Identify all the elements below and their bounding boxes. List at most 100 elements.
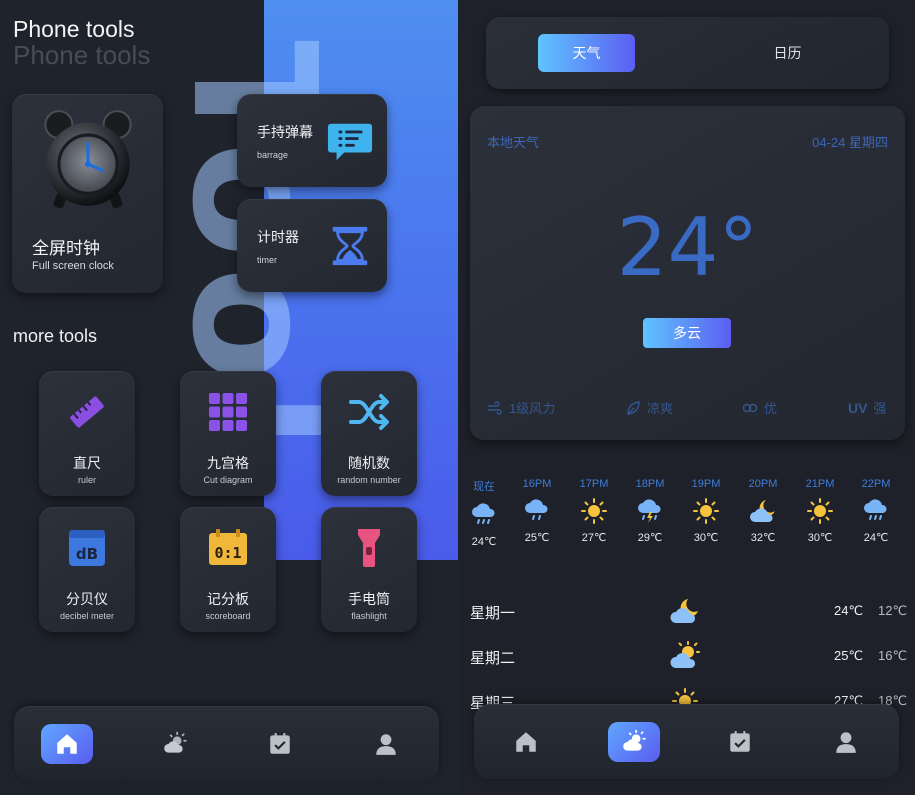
shuffle-icon — [349, 394, 389, 430]
bottom-nav — [14, 706, 439, 781]
timer-subtitle: timer — [257, 255, 277, 265]
hour-time: 18PM — [635, 478, 665, 490]
rain-icon — [472, 503, 495, 524]
hourly-item: 22PM 24℃ — [852, 478, 900, 544]
app-title: Phone tools — [13, 16, 135, 42]
flashlight-tool-card[interactable]: 手电筒 flashlight — [321, 507, 417, 632]
alarm-clock-icon — [44, 110, 132, 209]
tool-sublabel: decibel meter — [59, 611, 115, 621]
day-name: 星期一 — [470, 605, 516, 622]
hour-time: 16PM — [522, 478, 552, 490]
hourly-item: 20PM 32℃ — [739, 478, 787, 544]
tool-label: 记分板 — [207, 591, 249, 607]
random-tool-card[interactable]: 随机数 random number — [321, 371, 417, 496]
weather-screen: 天气 日历 本地天气 04-24 星期四 24° 多云 1级风力 凉爽 优 UV — [458, 0, 915, 795]
home-icon — [57, 734, 77, 754]
hour-temp: 30℃ — [807, 532, 833, 544]
condition-badge: 多云 — [643, 318, 731, 348]
tool-sublabel: ruler — [77, 475, 96, 485]
air-value: 优 — [764, 401, 778, 416]
wind-value: 1级风力 — [509, 401, 556, 416]
day-name: 星期二 — [470, 650, 516, 667]
nav-weather[interactable] — [608, 722, 660, 762]
hourly-item: 21PM 30℃ — [796, 478, 844, 544]
thunder-rain-icon — [638, 499, 661, 523]
uv-label: UV — [848, 399, 868, 416]
date-label: 04-24 星期四 — [812, 135, 888, 150]
feel-value: 凉爽 — [647, 401, 674, 416]
hourly-item: 18PM 29℃ — [626, 478, 674, 544]
nav-home[interactable] — [41, 724, 93, 764]
hour-time: 21PM — [805, 478, 835, 490]
tool-label: 分贝仪 — [66, 591, 108, 607]
sun-icon — [581, 498, 607, 524]
ruler-tool-card[interactable]: 直尺 ruler — [39, 371, 135, 496]
wind-stat: 1级风力 — [487, 398, 555, 417]
nav-profile[interactable] — [820, 722, 872, 762]
full-screen-clock-card[interactable]: 全屏时钟 Full screen clock — [12, 94, 163, 293]
more-tools-heading: more tools — [13, 326, 98, 346]
daily-row: 星期二 25℃ 16℃ — [458, 637, 915, 677]
sun-icon — [807, 498, 833, 524]
hourglass-icon — [332, 226, 368, 266]
tab-calendar[interactable]: 日历 — [739, 34, 836, 72]
location-label: 本地天气 — [487, 135, 540, 150]
decibel-tool-card[interactable]: dB 分贝仪 decibel meter — [39, 507, 135, 632]
rain-icon — [864, 499, 887, 520]
sun-icon — [693, 498, 719, 524]
ruler-icon — [70, 396, 104, 428]
hour-temp: 24℃ — [471, 536, 497, 548]
hour-temp: 29℃ — [637, 532, 663, 544]
tool-sublabel: random number — [337, 475, 401, 485]
timer-card[interactable]: 计时器 timer — [237, 199, 387, 292]
scoreboard-display: 0:1 — [214, 544, 241, 562]
tools-screen: Tool Phone tools Phone tools — [0, 0, 458, 795]
hourly-forecast: 现在 24℃ 16PM 25℃ 17PM 27℃ 18PM 29℃ 19PM 3… — [458, 478, 915, 568]
view-switcher: 天气 日历 — [486, 17, 889, 89]
day-high: 24℃ — [834, 603, 864, 618]
scoreboard-tool-card[interactable]: 0:1 记分板 scoreboard — [180, 507, 276, 632]
grid-tool-card[interactable]: 九宫格 Cut diagram — [180, 371, 276, 496]
timer-title: 计时器 — [257, 229, 299, 245]
clock-title: 全屏时钟 — [32, 239, 100, 258]
weather-icon — [164, 731, 187, 753]
tool-label: 九宫格 — [207, 455, 249, 471]
home-icon — [516, 732, 536, 752]
rain-icon — [525, 499, 548, 520]
bottom-nav — [474, 704, 899, 779]
nav-profile[interactable] — [360, 724, 412, 764]
tab-weather[interactable]: 天气 — [538, 34, 635, 72]
scoreboard-icon: 0:1 — [209, 529, 247, 565]
uv-value: 强 — [873, 401, 887, 416]
barrage-subtitle: barrage — [257, 150, 289, 160]
profile-icon — [836, 732, 856, 753]
nav-calendar[interactable] — [714, 722, 766, 762]
svg-text:dB: dB — [76, 545, 98, 563]
air-stat: 优 — [742, 398, 777, 417]
nav-calendar[interactable] — [254, 724, 306, 764]
barrage-card[interactable]: 手持弹幕 barrage — [237, 94, 387, 187]
tool-sublabel: flashlight — [351, 611, 387, 621]
hourly-item: 现在 24℃ — [460, 478, 508, 548]
hour-temp: 24℃ — [863, 532, 889, 544]
tool-label: 直尺 — [73, 455, 101, 471]
nav-home[interactable] — [500, 722, 552, 762]
hourly-item: 19PM 30℃ — [682, 478, 730, 544]
hourly-item: 17PM 27℃ — [570, 478, 618, 544]
calendar-icon — [270, 733, 290, 754]
hour-time: 20PM — [748, 478, 778, 490]
current-weather-card: 本地天气 04-24 星期四 24° 多云 1级风力 凉爽 优 UV 强 — [470, 106, 905, 440]
barrage-title: 手持弹幕 — [257, 124, 313, 140]
moon-cloud-icon — [750, 500, 775, 522]
decibel-icon: dB — [69, 530, 105, 566]
wind-icon — [488, 400, 502, 415]
hour-temp: 27℃ — [581, 532, 607, 544]
calendar-icon — [730, 731, 750, 752]
grid-icon — [209, 393, 247, 431]
hour-time: 22PM — [861, 478, 891, 490]
current-temperature: 24° — [616, 201, 759, 294]
nav-weather[interactable] — [149, 724, 201, 764]
tool-sublabel: Cut diagram — [203, 475, 253, 485]
leaf-icon — [627, 400, 640, 415]
day-low: 16℃ — [878, 648, 908, 663]
